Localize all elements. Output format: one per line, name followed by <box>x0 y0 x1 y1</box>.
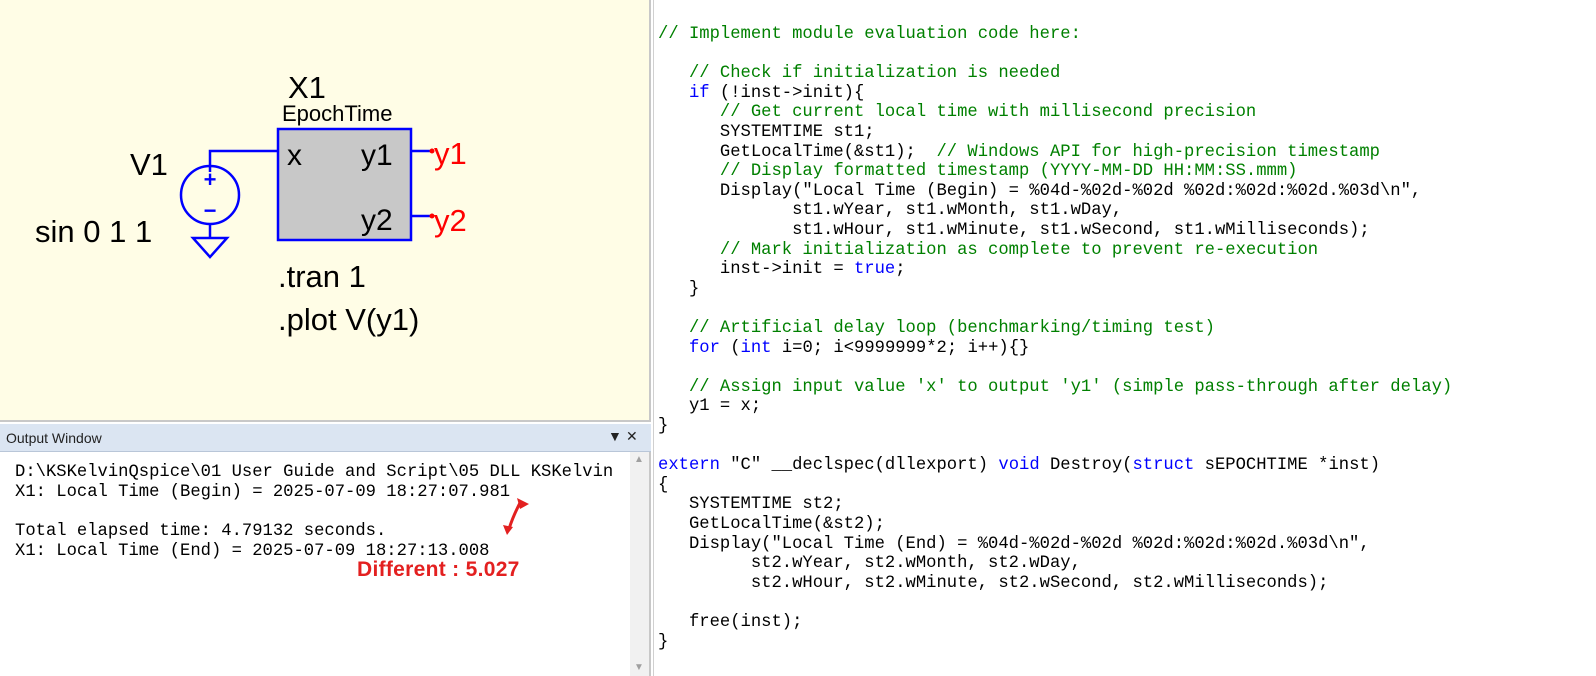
directive-plot[interactable]: .plot V(y1) <box>278 302 419 337</box>
code-keyword: for <box>688 338 720 358</box>
code-text: SYSTEMTIME st2; <box>658 495 844 515</box>
code-keyword: if <box>688 83 710 103</box>
schematic-canvas[interactable]: X1 EpochTime x y1 y2 y1 y2 V1 sin 0 1 1 … <box>0 0 651 422</box>
output-line: Total elapsed time: 4.79132 seconds. <box>15 522 387 541</box>
code-line: GetLocalTime(&st1); // Windows API for h… <box>658 143 1380 162</box>
code-line: st2.wHour, st2.wMinute, st2.wSecond, st2… <box>658 573 1329 593</box>
code-text: st2.wYear, st2.wMonth, st2.wDay, <box>658 554 1081 574</box>
code-line: { <box>658 476 668 495</box>
code-text: "C" __declspec(dllexport) <box>719 456 999 476</box>
component-name-label: EpochTime <box>282 101 392 126</box>
code-line: } <box>658 417 668 436</box>
code-text: ( <box>719 338 741 358</box>
annotation-arrow-icon <box>503 498 529 535</box>
code-text: st2.wHour, st2.wMinute, st2.wSecond, st2… <box>658 573 1329 593</box>
code-line: st2.wYear, st2.wMonth, st2.wDay, <box>658 554 1081 573</box>
code-text: Destroy( <box>1039 456 1133 476</box>
code-comment: // Implement module evaluation code here… <box>658 25 1081 44</box>
code-line: GetLocalTime(&st2); <box>658 515 885 534</box>
code-text: y1 = x; <box>658 397 762 417</box>
close-icon[interactable]: ✕ <box>626 428 638 445</box>
code-text: i=0; i<9999999*2; i++){} <box>771 338 1030 358</box>
code-line: st1.wYear, st1.wMonth, st1.wDay, <box>658 201 1122 220</box>
code-line: } <box>658 633 668 652</box>
output-text-area[interactable]: D:\KSKelvinQspice\01 User Guide and Scri… <box>0 452 632 676</box>
schematic-drawing: X1 EpochTime x y1 y2 y1 y2 V1 sin 0 1 1 … <box>35 70 467 337</box>
output-window-title: Output Window <box>6 430 102 446</box>
output-window-titlebar: Output Window ▼ ✕ <box>0 424 651 452</box>
directive-tran[interactable]: .tran 1 <box>278 259 366 294</box>
code-line: st1.wHour, st1.wMinute, st1.wSecond, st1… <box>658 221 1370 240</box>
code-line: inst->init = true; <box>658 260 906 279</box>
code-text: GetLocalTime(&st1); <box>658 142 937 162</box>
code-line: SYSTEMTIME st2; <box>658 495 844 514</box>
code-comment: // Windows API for high-precision timest… <box>936 142 1380 162</box>
code-text: inst->init = <box>658 260 854 280</box>
code-line: y1 = x; <box>658 397 761 416</box>
output-scrollbar[interactable]: ▲ ▼ <box>630 452 649 676</box>
code-comment: // Check if initialization is needed <box>658 64 1061 84</box>
code-text: ; <box>895 260 906 280</box>
code-line: // Mark initialization as complete to pr… <box>658 241 1318 260</box>
code-text: st1.wYear, st1.wMonth, st1.wDay, <box>658 201 1123 221</box>
source-ref-label: V1 <box>130 147 168 182</box>
code-comment: // Get current local time with milliseco… <box>658 103 1257 123</box>
code-text: (!inst->init){ <box>709 83 865 103</box>
code-keyword: struct <box>1132 456 1195 476</box>
code-line: Display("Local Time (Begin) = %04d-%02d-… <box>658 182 1421 201</box>
code-line: free(inst); <box>658 613 802 632</box>
source-value-label: sin 0 1 1 <box>35 214 152 249</box>
code-line: // Artificial delay loop (benchmarking/t… <box>658 319 1215 338</box>
code-text: st1.wHour, st1.wMinute, st1.wSecond, st1… <box>658 221 1370 240</box>
code-comment: // Display formatted timestamp (YYYY-MM-… <box>658 162 1298 182</box>
code-line: SYSTEMTIME st1; <box>658 123 875 142</box>
code-line: if (!inst->init){ <box>658 84 864 103</box>
net-label-y2[interactable]: y2 <box>434 203 467 238</box>
code-text: } <box>658 632 669 652</box>
ground-icon <box>190 236 230 259</box>
output-line: X1: Local Time (Begin) = 2025-07-09 18:2… <box>15 483 511 502</box>
code-text: free(inst); <box>658 613 803 632</box>
code-text: Display("Local Time (End) = %04d-%02d-%0… <box>658 534 1370 554</box>
code-editor[interactable]: // Implement module evaluation code here… <box>653 0 1596 676</box>
code-text: sEPOCHTIME *inst) <box>1194 456 1381 476</box>
code-line: // Display formatted timestamp (YYYY-MM-… <box>658 162 1298 182</box>
output-line: D:\KSKelvinQspice\01 User Guide and Scri… <box>15 463 614 482</box>
scroll-down-icon[interactable]: ▼ <box>634 662 644 673</box>
minus-sign: − <box>204 198 217 223</box>
port-y2-label: y2 <box>361 204 393 237</box>
code-text: } <box>658 279 700 299</box>
code-line: extern "C" __declspec(dllexport) void De… <box>658 456 1380 475</box>
code-text: Display("Local Time (Begin) = %04d-%02d-… <box>658 181 1422 201</box>
code-comment: // Artificial delay loop (benchmarking/t… <box>658 319 1215 338</box>
code-line: // Check if initialization is needed <box>658 64 1060 83</box>
code-line: } <box>658 280 699 299</box>
code-text: { <box>658 475 669 495</box>
port-y1-label: y1 <box>361 139 393 172</box>
code-keyword: true <box>853 260 896 280</box>
code-keyword: void <box>998 456 1040 476</box>
dropdown-arrow-icon[interactable]: ▼ <box>608 428 622 444</box>
code-line: // Implement module evaluation code here… <box>658 25 1081 44</box>
code-line: for (int i=0; i<9999999*2; i++){} <box>658 339 1029 358</box>
code-text: GetLocalTime(&st2); <box>658 515 885 534</box>
code-text: } <box>658 417 669 436</box>
output-window: Output Window ▼ ✕ D:\KSKelvinQspice\01 U… <box>0 424 651 676</box>
code-comment: // Assign input value 'x' to output 'y1'… <box>658 377 1453 397</box>
code-keyword: extern <box>658 456 720 476</box>
difference-annotation: Different : 5.027 <box>357 558 520 581</box>
code-line: Display("Local Time (End) = %04d-%02d-%0… <box>658 535 1370 554</box>
plus-sign: + <box>204 167 217 192</box>
code-comment: // Mark initialization as complete to pr… <box>658 240 1319 260</box>
port-x-label: x <box>287 139 302 172</box>
net-label-y1[interactable]: y1 <box>434 136 467 171</box>
scroll-up-icon[interactable]: ▲ <box>634 454 644 465</box>
code-line: // Assign input value 'x' to output 'y1'… <box>658 378 1452 397</box>
component-ref-label: X1 <box>288 70 326 105</box>
code-text: SYSTEMTIME st1; <box>658 123 875 142</box>
code-line: // Get current local time with milliseco… <box>658 103 1256 122</box>
code-keyword: int <box>740 338 772 358</box>
